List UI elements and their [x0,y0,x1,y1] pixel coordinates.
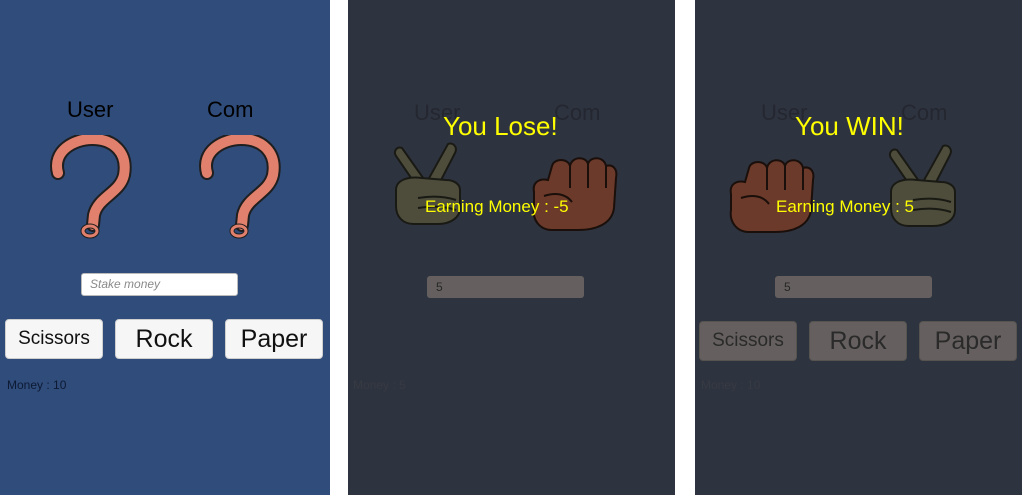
money-display: Money : 5 [353,378,406,392]
paper-button[interactable]: Paper [919,321,1017,361]
money-display: Money : 10 [7,378,67,392]
earning-money-text: Earning Money : -5 [425,197,569,216]
game-screen-win: User Com You WIN! Earning Money : 5 5 Sc… [695,0,1022,495]
com-label: Com [901,100,948,125]
earning-money-text: Earning Money : 5 [776,197,914,216]
rock-button[interactable]: Rock [809,321,907,361]
scissors-button[interactable]: Scissors [699,321,797,361]
com-label: Com [554,100,601,125]
scissors-button[interactable]: Scissors [5,319,103,359]
result-title: You Lose! [443,111,558,141]
rock-button[interactable]: Rock [115,319,213,359]
stake-money-input[interactable]: 5 [427,276,584,298]
stake-money-input[interactable]: Stake money [81,273,238,296]
game-screen-initial: User Com Stake money Scissors Rock Paper… [0,0,330,495]
money-display: Money : 10 [701,378,761,392]
result-title: You WIN! [795,111,904,141]
user-label: User [67,97,114,122]
stake-money-input[interactable]: 5 [775,276,932,298]
game-screen-lose: User Com You Lose! Earning Money : -5 5 … [348,0,675,495]
question-mark-icon [199,135,281,239]
question-mark-icon [50,135,132,239]
com-label: Com [207,97,254,122]
rock-fist-icon [532,157,618,231]
paper-button[interactable]: Paper [225,319,323,359]
rock-fist-icon [729,159,815,233]
